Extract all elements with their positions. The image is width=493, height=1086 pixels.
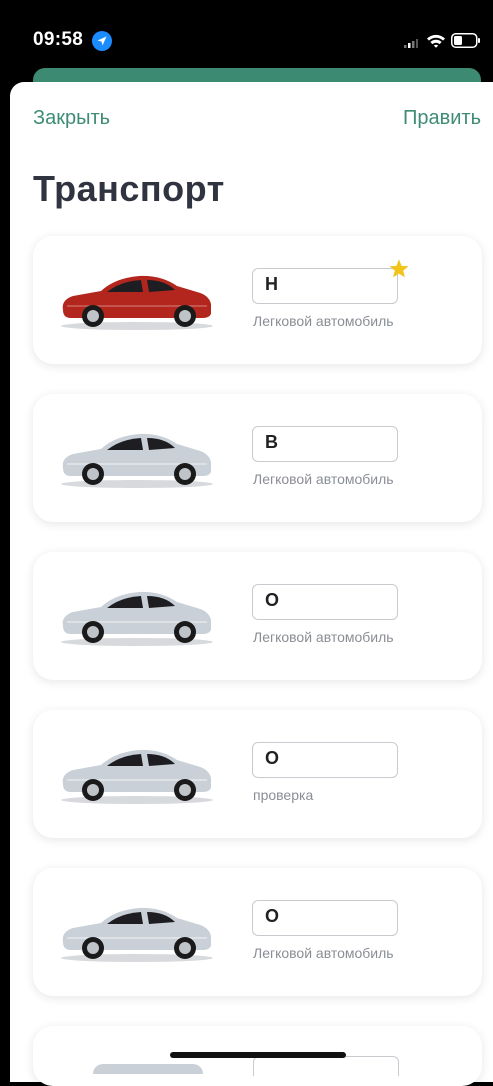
screen-edge xyxy=(0,82,10,1072)
license-plate: О xyxy=(252,742,398,778)
vehicle-type: Легковой автомобиль xyxy=(253,471,394,487)
license-plate: В xyxy=(252,426,398,462)
car-icon xyxy=(61,591,213,646)
signal-icon xyxy=(404,39,418,48)
vehicle-type: проверка xyxy=(253,787,314,803)
status-bar: 09:58 xyxy=(0,0,493,62)
car-icon xyxy=(61,907,213,962)
car-icon xyxy=(61,433,213,488)
battery-icon xyxy=(451,33,480,48)
license-plate-partial xyxy=(253,1056,399,1076)
vehicle-card[interactable]: В Легковой автомобиль xyxy=(33,394,482,522)
page-title: Транспорт xyxy=(33,168,225,209)
car-icon xyxy=(61,749,213,804)
license-plate: О xyxy=(252,584,398,620)
license-plate: О xyxy=(252,900,398,936)
edit-button[interactable]: Править xyxy=(403,107,481,130)
vehicle-card[interactable]: О Легковой автомобиль xyxy=(33,868,482,996)
license-plate: Н xyxy=(252,268,398,304)
favorite-star-icon xyxy=(389,259,409,278)
car-icon xyxy=(61,275,213,330)
vehicle-type: Легковой автомобиль xyxy=(253,629,394,645)
wifi-icon xyxy=(427,34,445,48)
close-button[interactable]: Закрыть xyxy=(33,107,110,130)
vehicle-card[interactable]: О проверка xyxy=(33,710,482,838)
vehicle-type: Легковой автомобиль xyxy=(253,945,394,961)
location-arrow-icon xyxy=(92,31,112,51)
status-time: 09:58 xyxy=(33,29,84,50)
home-indicator[interactable] xyxy=(170,1052,346,1058)
vehicle-card[interactable]: Н Легковой автомобиль xyxy=(33,236,482,364)
vehicle-type: Легковой автомобиль xyxy=(253,313,394,329)
vehicle-card[interactable]: О Легковой автомобиль xyxy=(33,552,482,680)
